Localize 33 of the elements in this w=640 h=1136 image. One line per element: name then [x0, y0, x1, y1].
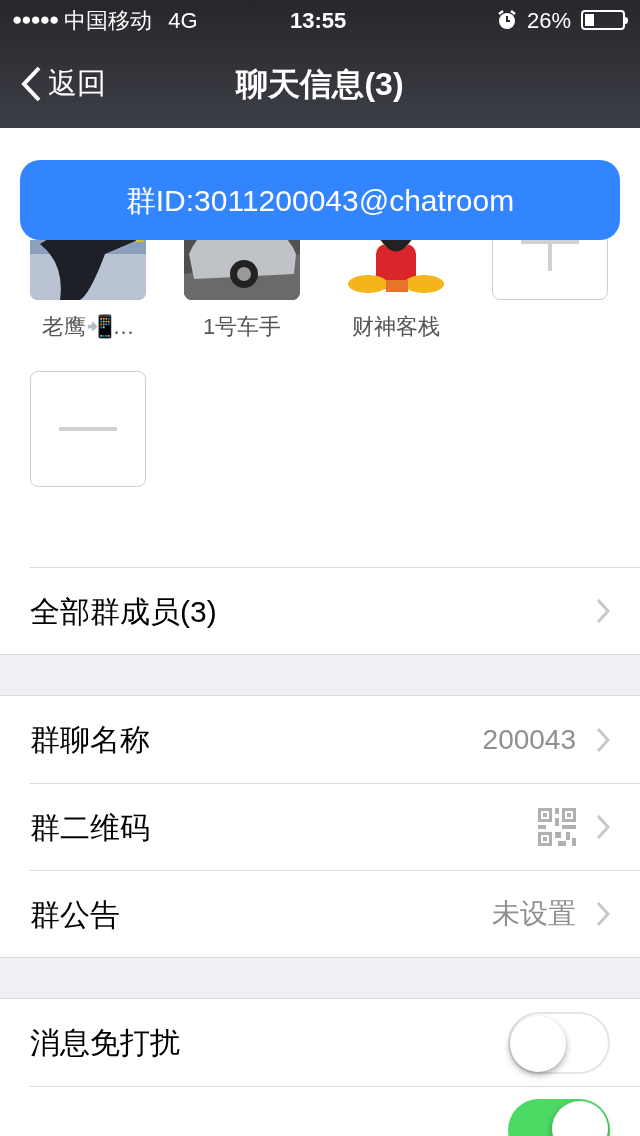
list-row[interactable]: 群聊名称 200043: [30, 696, 640, 783]
member-name: 财神客栈: [352, 313, 440, 341]
remove-member-button[interactable]: [30, 371, 146, 487]
row-label: 群公告: [30, 896, 120, 933]
chevron-right-icon: [596, 598, 610, 624]
row-label: 群聊名称: [30, 722, 150, 758]
carrier-name: 中国移动: [64, 6, 153, 35]
status-time: 13:55: [290, 6, 347, 35]
chevron-right-icon: [596, 901, 610, 927]
plus-icon: [521, 240, 579, 271]
member-name: 老鹰📲…: [41, 313, 135, 341]
signal-strength: ●●●●●: [12, 9, 59, 32]
toggle-switch[interactable]: [508, 1011, 610, 1074]
network-type: 4G: [168, 6, 198, 35]
qr-code-icon: [538, 808, 576, 846]
chevron-right-icon: [596, 726, 610, 753]
alarm-clock-icon: [496, 10, 517, 30]
member-name: 1号车手: [202, 313, 282, 341]
row-label: 全部群成员(3): [30, 593, 217, 630]
minus-icon: [59, 427, 117, 431]
battery-percentage: 26%: [526, 6, 571, 35]
row-value: 未设置: [492, 897, 576, 931]
list-row[interactable]: 群公告 未设置: [30, 870, 640, 957]
row-value: 200043: [482, 722, 576, 757]
page-title: 聊天信息(3): [236, 65, 404, 104]
battery-icon: [581, 10, 628, 30]
group-id-toast: 群ID:3011200043@chatroom: [20, 160, 620, 240]
back-button[interactable]: 返回: [20, 62, 106, 106]
list-row[interactable]: 群二维码: [30, 783, 640, 870]
row-label: 群二维码: [30, 809, 150, 846]
row-label: 消息免打扰: [30, 1025, 180, 1061]
chevron-right-icon: [596, 814, 610, 840]
chevron-left-icon: [20, 66, 42, 102]
